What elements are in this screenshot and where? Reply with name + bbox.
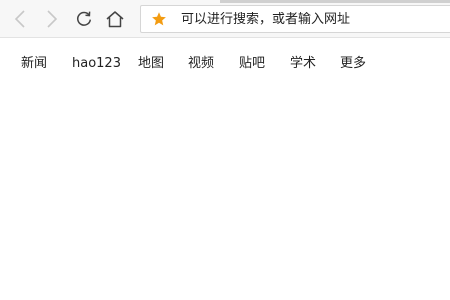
nav-link-hao123[interactable]: hao123 <box>72 54 121 74</box>
nav-link-video[interactable]: 视频 <box>188 54 214 74</box>
nav-link-map[interactable]: 地图 <box>138 54 164 74</box>
browser-toolbar <box>0 0 450 38</box>
address-input[interactable] <box>177 11 441 27</box>
back-button[interactable] <box>9 7 31 31</box>
forward-button[interactable] <box>41 7 63 31</box>
home-icon <box>106 11 124 28</box>
address-bar[interactable] <box>140 5 450 33</box>
star-icon <box>152 12 166 26</box>
nav-link-tieba[interactable]: 贴吧 <box>239 54 265 74</box>
nav-link-more[interactable]: 更多 <box>340 54 366 74</box>
top-nav-links: 新闻 hao123 地图 视频 贴吧 学术 更多 <box>0 54 450 74</box>
refresh-button[interactable] <box>73 7 95 31</box>
chevron-right-icon <box>47 10 58 28</box>
refresh-icon <box>77 11 92 26</box>
chevron-left-icon <box>14 10 25 28</box>
nav-link-scholar[interactable]: 学术 <box>290 54 316 74</box>
tab-strip-edge <box>220 0 450 3</box>
nav-link-news[interactable]: 新闻 <box>21 54 47 74</box>
home-button[interactable] <box>104 7 126 31</box>
bookmark-button[interactable] <box>141 6 177 32</box>
